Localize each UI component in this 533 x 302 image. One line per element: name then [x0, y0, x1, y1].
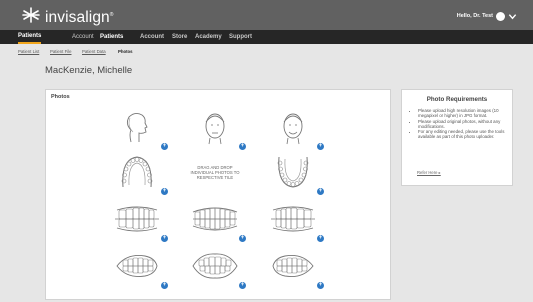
- brand-name: invisalign®: [45, 9, 114, 27]
- add-photo-button[interactable]: +: [239, 143, 246, 150]
- user-greeting: Hello, Dr. Test: [456, 13, 493, 19]
- add-photo-button[interactable]: +: [161, 143, 168, 150]
- left-bite-icon: [271, 206, 315, 232]
- front-teeth-icon: [192, 253, 238, 279]
- requirement-item: For any editing needed, please use the t…: [418, 129, 510, 140]
- add-photo-button[interactable]: +: [317, 282, 324, 289]
- profile-face-icon: [126, 112, 148, 143]
- photo-tile-profile[interactable]: +: [109, 108, 168, 150]
- frontal-face-icon: [205, 113, 225, 145]
- anterior-bite-icon: [192, 207, 238, 231]
- add-photo-button[interactable]: +: [161, 235, 168, 242]
- photo-tile-left-teeth[interactable]: +: [265, 247, 324, 289]
- drop-zone-instructions: DRAG AND DROP INDIVIDUAL PHOTOS TO RESPE…: [190, 165, 240, 180]
- requirements-title: Photo Requirements: [426, 96, 488, 103]
- add-photo-button[interactable]: +: [239, 235, 246, 242]
- breadcrumb: Patient List Patient File Patient Data P…: [0, 44, 533, 58]
- upper-arch-icon: [121, 156, 153, 188]
- lower-arch-icon: [277, 156, 309, 188]
- add-photo-button[interactable]: +: [317, 143, 324, 150]
- page-title: MacKenzie, Michelle: [45, 65, 133, 76]
- photos-panel: Photos + + + + DRAG AND DROP INDIVIDUAL …: [45, 89, 391, 300]
- photo-tile-right-teeth[interactable]: +: [109, 247, 168, 289]
- requirement-item: Please upload high resolution images (10…: [418, 108, 510, 119]
- nav-account[interactable]: Account: [72, 30, 94, 44]
- user-menu[interactable]: Hello, Dr. Test: [457, 11, 517, 21]
- logo-star-icon: [22, 7, 40, 23]
- photo-tile-frontal[interactable]: +: [187, 108, 246, 150]
- photo-tile-lower-arch[interactable]: +: [265, 153, 324, 195]
- requirements-list: Please upload high resolution images (10…: [412, 108, 510, 140]
- nav-support[interactable]: Support: [229, 30, 252, 44]
- right-teeth-icon: [116, 255, 158, 277]
- photo-tile-anterior-bite[interactable]: +: [187, 200, 246, 242]
- add-photo-button[interactable]: +: [317, 235, 324, 242]
- photo-tile-right-bite[interactable]: +: [109, 200, 168, 242]
- photo-tile-left-bite[interactable]: +: [265, 200, 324, 242]
- right-bite-icon: [115, 206, 159, 232]
- nav-patients-secondary[interactable]: Patients: [100, 30, 123, 44]
- left-teeth-icon: [272, 255, 314, 277]
- subnav-patient-data[interactable]: Patient Data: [82, 49, 106, 54]
- subnav-photos[interactable]: Photos: [118, 49, 133, 54]
- nav-academy[interactable]: Academy: [195, 30, 222, 44]
- photo-tile-front-teeth[interactable]: +: [187, 247, 246, 289]
- nav-patients[interactable]: Patients: [18, 30, 42, 44]
- refer-here-link[interactable]: Refer Here ▸: [417, 170, 441, 175]
- add-photo-button[interactable]: +: [161, 188, 168, 195]
- photo-tile-upper-arch[interactable]: +: [109, 153, 168, 195]
- user-avatar-icon[interactable]: [496, 11, 505, 21]
- add-photo-button[interactable]: +: [317, 188, 324, 195]
- photos-title: Photos: [51, 94, 70, 100]
- requirement-item: Please upload original photos, without a…: [418, 119, 510, 130]
- nav-account-secondary[interactable]: Account: [140, 30, 164, 44]
- smiling-face-icon: [283, 113, 303, 145]
- nav-store[interactable]: Store: [172, 30, 187, 44]
- subnav-patient-list[interactable]: Patient List: [18, 49, 39, 54]
- photo-requirements-panel: Photo Requirements Please upload high re…: [401, 89, 513, 186]
- photo-tile-smile[interactable]: +: [265, 108, 324, 150]
- add-photo-button[interactable]: +: [161, 282, 168, 289]
- subnav-patient-file[interactable]: Patient File: [50, 49, 72, 54]
- chevron-down-icon[interactable]: [508, 12, 517, 21]
- add-photo-button[interactable]: +: [239, 282, 246, 289]
- main-nav: Patients Account Patients Account Store …: [0, 30, 533, 44]
- app-header: invisalign® Hello, Dr. Test: [0, 0, 533, 30]
- drop-zone[interactable]: DRAG AND DROP INDIVIDUAL PHOTOS TO RESPE…: [187, 153, 243, 191]
